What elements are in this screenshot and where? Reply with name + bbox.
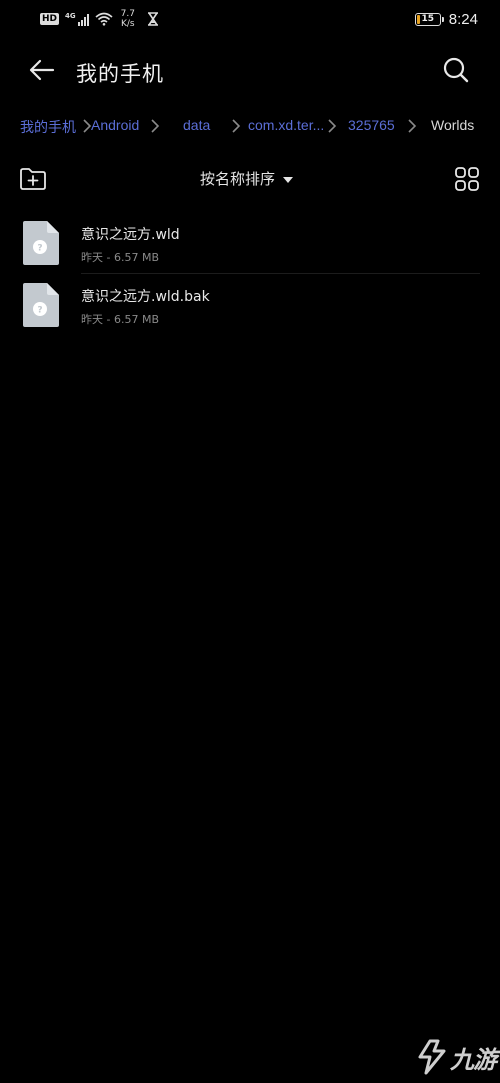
jiuyou-logo-icon bbox=[418, 1039, 446, 1075]
breadcrumb-item-phone[interactable]: 我的手机 bbox=[20, 117, 76, 137]
svg-text:?: ? bbox=[37, 306, 42, 316]
page-title: 我的手机 bbox=[76, 62, 164, 86]
file-name: 意识之远方.wld.bak bbox=[81, 289, 210, 305]
battery-icon: 15 bbox=[414, 12, 444, 26]
unknown-file-icon: ? bbox=[23, 221, 59, 265]
chevron-right-icon bbox=[408, 119, 417, 133]
breadcrumb-item-data[interactable]: data bbox=[183, 117, 210, 133]
file-manager-screen: HD 4G 7.7 K/s 15 8:24 我的手机 我的手机 Android … bbox=[0, 0, 500, 1083]
sort-label: 按名称排序 bbox=[200, 170, 276, 188]
status-left: HD 4G 7.7 K/s bbox=[40, 9, 159, 29]
breadcrumb-item-package[interactable]: com.xd.ter... bbox=[248, 117, 324, 133]
battery-level: 15 bbox=[421, 14, 435, 24]
arrow-left-icon[interactable] bbox=[28, 56, 56, 84]
breadcrumb-item-folder[interactable]: 325765 bbox=[348, 117, 395, 133]
network-speed: 7.7 K/s bbox=[121, 9, 135, 29]
folder-plus-icon[interactable] bbox=[19, 166, 47, 192]
file-list: ? 意识之远方.wld 昨天 - 6.57 MB ? 意识之远方.wld.bak… bbox=[0, 212, 500, 336]
unknown-file-icon: ? bbox=[23, 283, 59, 327]
cellular-signal-icon: 4G bbox=[65, 12, 89, 26]
list-item[interactable]: ? 意识之远方.wld.bak 昨天 - 6.57 MB bbox=[0, 274, 500, 336]
sort-dropdown[interactable]: 按名称排序 bbox=[200, 168, 294, 189]
app-bar: 我的手机 bbox=[0, 38, 500, 104]
speed-unit: K/s bbox=[120, 19, 135, 29]
watermark-text: 九游 bbox=[450, 1045, 497, 1074]
chevron-right-icon bbox=[232, 119, 241, 133]
file-meta: 昨天 - 6.57 MB bbox=[81, 251, 159, 264]
breadcrumb: 我的手机 Android data com.xd.ter... 325765 W… bbox=[0, 104, 500, 148]
list-item[interactable]: ? 意识之远方.wld 昨天 - 6.57 MB bbox=[0, 212, 500, 274]
status-bar: HD 4G 7.7 K/s 15 8:24 bbox=[0, 0, 500, 38]
grid-view-icon[interactable] bbox=[454, 166, 480, 192]
hd-badge: HD bbox=[40, 13, 60, 25]
speed-value: 7.7 bbox=[120, 9, 135, 19]
watermark: 九游 bbox=[416, 1039, 497, 1075]
network-type: 4G bbox=[65, 12, 76, 20]
breadcrumb-item-android[interactable]: Android bbox=[91, 117, 143, 133]
toolbar: 按名称排序 bbox=[0, 160, 500, 200]
chevron-right-icon bbox=[328, 119, 337, 133]
search-icon[interactable] bbox=[442, 56, 470, 84]
file-name: 意识之远方.wld bbox=[81, 227, 180, 243]
wifi-icon bbox=[95, 12, 113, 26]
status-right: 15 8:24 bbox=[414, 10, 478, 28]
hourglass-icon bbox=[147, 12, 158, 26]
breadcrumb-item-current: Worlds bbox=[431, 117, 475, 133]
clock: 8:24 bbox=[448, 10, 478, 28]
svg-text:?: ? bbox=[37, 244, 42, 254]
file-meta: 昨天 - 6.57 MB bbox=[81, 313, 159, 326]
chevron-right-icon bbox=[151, 119, 160, 133]
caret-down-icon bbox=[283, 176, 294, 183]
